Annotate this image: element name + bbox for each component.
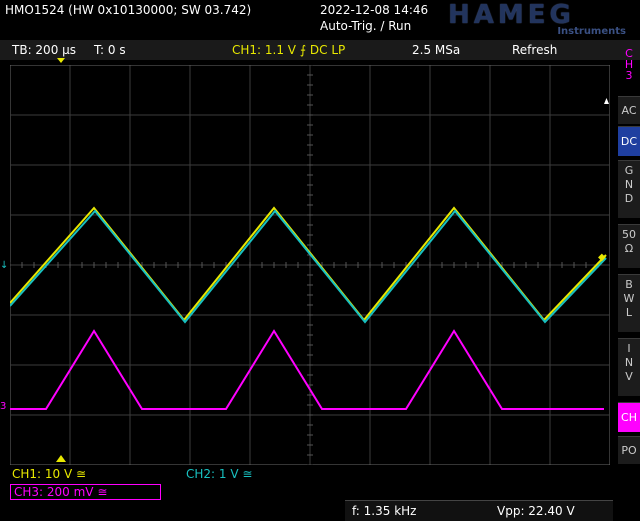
info-bar: TB: 200 µs T: 0 s CH1: 1.1 V ⨍ DC LP 2.5… xyxy=(0,40,640,60)
trigger-status: Auto-Trig. / Run xyxy=(320,19,412,33)
brand-subtitle: Instruments xyxy=(557,26,626,37)
trigger-time[interactable]: T: 0 s xyxy=(94,43,126,57)
trigger-level-marker[interactable]: ◆ xyxy=(598,252,606,263)
ch2-scale[interactable]: CH2: 1 V ≅ xyxy=(186,467,252,481)
header-bar: HMO1524 (HW 0x10130000; SW 03.742) 2022-… xyxy=(0,0,640,40)
ch3-ground-marker[interactable]: 3 xyxy=(0,401,6,412)
sample-rate: 2.5 MSa xyxy=(412,43,461,57)
measurement-bar: f: 1.35 kHz Vpp: 22.40 V xyxy=(345,500,613,521)
timestamp: 2022-12-08 14:46 xyxy=(320,3,429,17)
ch2-ground-marker[interactable]: ↓ xyxy=(0,260,8,271)
ch1-scale[interactable]: CH1: 10 V ≅ xyxy=(12,467,86,481)
acquisition-mode[interactable]: Refresh xyxy=(512,43,557,57)
frequency-measurement: f: 1.35 kHz xyxy=(352,504,417,518)
ch1-trigger-setting[interactable]: CH1: 1.1 V ⨍ DC LP xyxy=(232,43,345,57)
trigger-time-marker[interactable] xyxy=(56,455,66,462)
ch3-scale[interactable]: CH3: 200 mV ≅ xyxy=(10,484,161,500)
brand-name: HAMEG xyxy=(448,0,575,30)
device-info: HMO1524 (HW 0x10130000; SW 03.742) xyxy=(5,3,252,17)
vpp-measurement: Vpp: 22.40 V xyxy=(497,504,575,518)
scroll-up-icon[interactable] xyxy=(604,98,609,104)
brand-logo: HAMEG Instruments xyxy=(448,2,634,38)
markers-layer: ↓ 3 ◆ xyxy=(0,58,609,462)
bottom-bar: CH1: 10 V ≅ CH2: 1 V ≅ CH3: 200 mV ≅ f: … xyxy=(0,465,640,521)
trigger-position-marker[interactable] xyxy=(57,58,65,63)
timebase[interactable]: TB: 200 µs xyxy=(12,43,76,57)
